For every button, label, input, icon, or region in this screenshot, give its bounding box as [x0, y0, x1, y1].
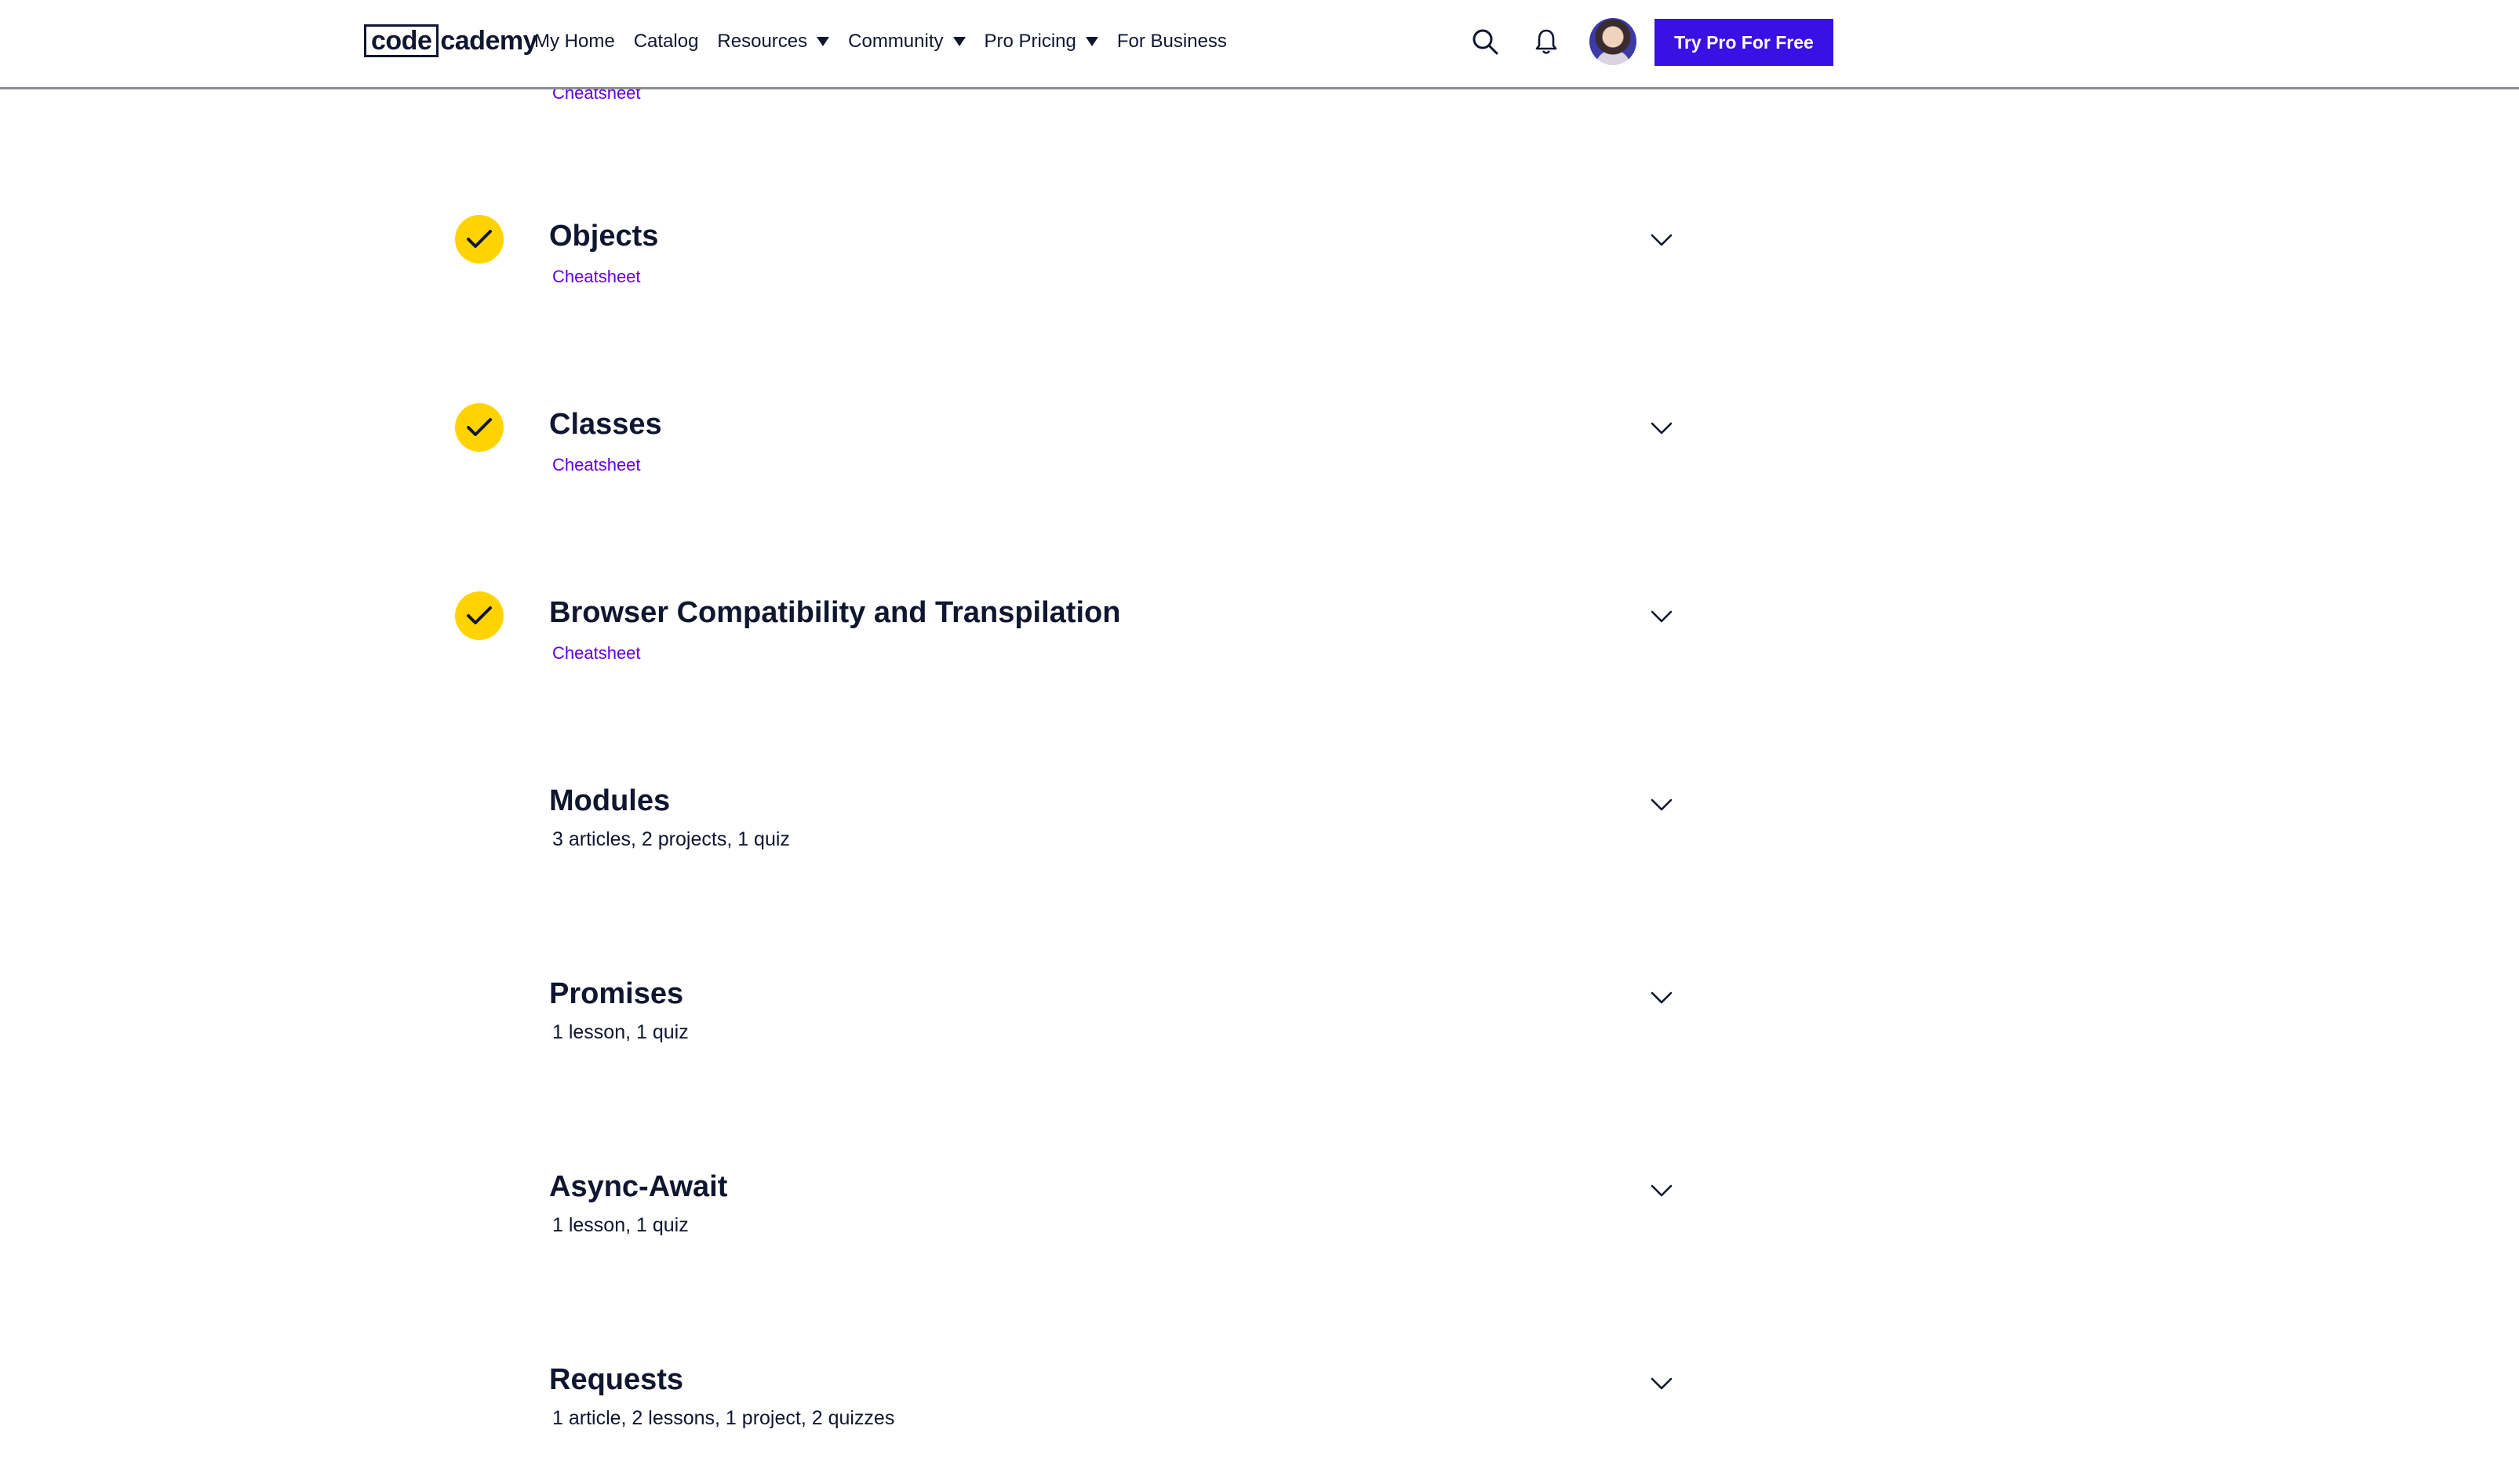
module-title[interactable]: Modules — [549, 784, 670, 818]
module-title[interactable]: Async-Await — [549, 1170, 727, 1204]
module-contents-summary: 1 lesson, 1 quiz — [552, 1021, 689, 1043]
completed-check-icon — [455, 403, 504, 452]
module-contents-summary: 3 articles, 2 projects, 1 quiz — [552, 828, 790, 850]
module-requests: Requests 1 article, 2 lessons, 1 project… — [455, 1359, 1695, 1484]
module-contents-summary: 1 lesson, 1 quiz — [552, 1214, 689, 1236]
module-classes: Classes Cheatsheet — [455, 403, 1695, 529]
cheatsheet-link[interactable]: Cheatsheet — [552, 267, 641, 287]
nav-pro-pricing[interactable]: Pro Pricing — [985, 31, 1098, 53]
caret-down-icon — [1085, 37, 1098, 46]
search-icon[interactable] — [1467, 24, 1503, 60]
caret-down-icon — [817, 37, 830, 46]
chevron-down-icon[interactable] — [1647, 1177, 1676, 1205]
cheatsheet-link[interactable]: Cheatsheet — [552, 455, 641, 475]
module-modules: Modules 3 articles, 2 projects, 1 quiz — [455, 780, 1695, 905]
nav-for-business-label: For Business — [1116, 31, 1227, 52]
completed-check-icon — [455, 591, 504, 640]
codecademy-logo[interactable]: code cademy — [364, 23, 537, 59]
module-promises: Promises 1 lesson, 1 quiz — [455, 973, 1695, 1098]
completed-check-icon — [455, 215, 504, 264]
nav-my-home-label: My Home — [534, 31, 615, 52]
module-contents-summary: 1 article, 2 lessons, 1 project, 2 quizz… — [552, 1407, 895, 1429]
chevron-down-icon[interactable] — [1647, 984, 1676, 1012]
module-title[interactable]: Browser Compatibility and Transpilation — [549, 596, 1120, 630]
module-title[interactable]: Objects — [549, 220, 658, 253]
nav-my-home[interactable]: My Home — [534, 31, 615, 53]
nav-catalog[interactable]: Catalog — [634, 31, 699, 53]
caret-down-icon — [952, 37, 966, 46]
nav-community[interactable]: Community — [848, 31, 966, 53]
top-nav-bar: code cademy My Home Catalog Resources Co… — [0, 0, 2519, 89]
nav-community-label: Community — [848, 31, 944, 52]
chevron-down-icon[interactable] — [1647, 226, 1676, 254]
nav-catalog-label: Catalog — [633, 31, 699, 52]
module-objects: Objects Cheatsheet — [455, 215, 1695, 340]
main-nav: My Home Catalog Resources Community Pro … — [534, 0, 1246, 83]
module-async-await: Async-Await 1 lesson, 1 quiz — [455, 1166, 1695, 1291]
chevron-down-icon[interactable] — [1647, 602, 1676, 631]
nav-resources-label: Resources — [717, 31, 808, 52]
module-title[interactable]: Promises — [549, 977, 683, 1011]
chevron-down-icon[interactable] — [1647, 791, 1676, 819]
module-title[interactable]: Requests — [549, 1363, 683, 1397]
bell-icon[interactable] — [1528, 24, 1564, 60]
logo-rest-text: cademy — [440, 26, 537, 56]
logo-boxed-text: code — [364, 24, 439, 57]
try-pro-button[interactable]: Try Pro For Free — [1654, 19, 1833, 66]
chevron-down-icon[interactable] — [1647, 414, 1676, 442]
nav-pro-pricing-label: Pro Pricing — [984, 31, 1076, 52]
nav-for-business[interactable]: For Business — [1117, 31, 1227, 53]
module-browser-compatibility: Browser Compatibility and Transpilation … — [455, 591, 1695, 717]
cheatsheet-link[interactable]: Cheatsheet — [552, 643, 641, 664]
user-avatar[interactable] — [1589, 18, 1636, 65]
chevron-down-icon[interactable] — [1647, 1369, 1676, 1398]
module-title[interactable]: Classes — [549, 408, 662, 442]
nav-resources[interactable]: Resources — [717, 31, 830, 53]
